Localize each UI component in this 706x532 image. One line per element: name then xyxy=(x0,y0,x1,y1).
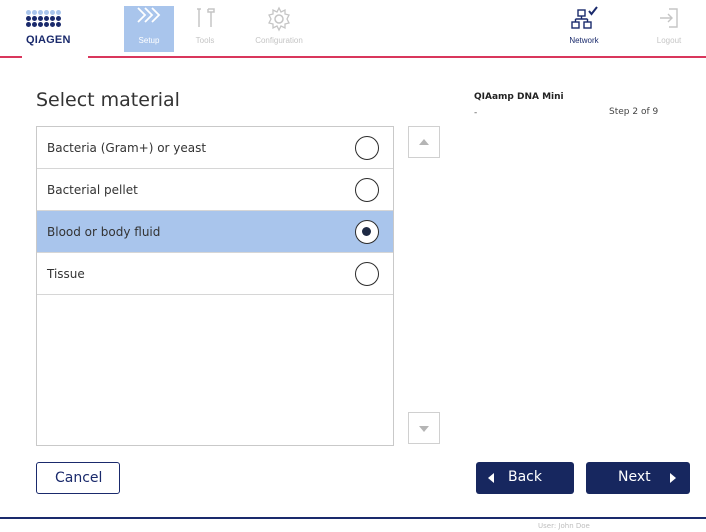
cancel-button[interactable]: Cancel xyxy=(36,462,120,494)
logo-text: QIAGEN xyxy=(26,34,71,46)
radio-button[interactable] xyxy=(355,136,379,160)
qiagen-logo: QIAGEN xyxy=(26,10,78,62)
triangle-down-icon xyxy=(419,426,429,432)
triangle-right-icon xyxy=(670,473,676,483)
next-button[interactable]: Next xyxy=(586,462,690,494)
list-item-blood-body-fluid[interactable]: Blood or body fluid xyxy=(37,211,393,253)
setup-chevrons-icon xyxy=(124,6,174,36)
back-button-label: Back xyxy=(508,469,542,485)
brand-line-right xyxy=(88,56,706,58)
logout-icon xyxy=(644,6,694,36)
tools-icon xyxy=(180,6,230,36)
list-item-bacteria-gram-yeast[interactable]: Bacteria (Gram+) or yeast xyxy=(37,127,393,169)
current-user: User: John Doe xyxy=(538,522,590,530)
brand-line-left xyxy=(0,56,22,58)
list-item-label: Blood or body fluid xyxy=(47,225,161,239)
tab-setup[interactable]: Setup xyxy=(124,6,174,52)
list-item-label: Bacterial pellet xyxy=(47,183,138,197)
scroll-down-button[interactable] xyxy=(408,412,440,444)
cancel-button-label: Cancel xyxy=(55,470,103,486)
triangle-up-icon xyxy=(419,139,429,145)
tab-configuration[interactable]: Configuration xyxy=(240,6,318,52)
tab-logout[interactable]: Logout xyxy=(644,6,694,52)
network-connected-icon xyxy=(556,6,612,36)
footer-divider xyxy=(0,517,706,519)
triangle-left-icon xyxy=(488,473,494,483)
tab-network-label: Network xyxy=(569,36,599,45)
list-item-label: Bacteria (Gram+) or yeast xyxy=(47,141,207,155)
radio-button[interactable] xyxy=(355,262,379,286)
list-item-tissue[interactable]: Tissue xyxy=(37,253,393,295)
tab-tools[interactable]: Tools xyxy=(180,6,230,52)
list-item-label: Tissue xyxy=(47,267,85,281)
tab-tools-label: Tools xyxy=(195,36,215,45)
step-indicator: Step 2 of 9 xyxy=(609,107,659,117)
back-button[interactable]: Back xyxy=(476,462,574,494)
logo-dots xyxy=(26,10,78,27)
tab-configuration-label: Configuration xyxy=(255,36,303,45)
material-list: Bacteria (Gram+) or yeast Bacterial pell… xyxy=(36,126,394,446)
scroll-up-button[interactable] xyxy=(408,126,440,158)
radio-button-selected[interactable] xyxy=(355,220,379,244)
tab-logout-label: Logout xyxy=(656,36,682,45)
tab-network[interactable]: Network xyxy=(556,6,612,52)
next-button-label: Next xyxy=(618,469,651,485)
kit-subtitle: - xyxy=(474,108,478,118)
radio-button[interactable] xyxy=(355,178,379,202)
list-item-bacterial-pellet[interactable]: Bacterial pellet xyxy=(37,169,393,211)
gear-icon xyxy=(240,6,318,36)
top-bar: QIAGEN Setup Tools Configuration Network… xyxy=(0,0,706,62)
page-title: Select material xyxy=(36,89,180,111)
tab-setup-label: Setup xyxy=(138,36,160,45)
kit-name: QIAamp DNA Mini xyxy=(474,92,564,102)
